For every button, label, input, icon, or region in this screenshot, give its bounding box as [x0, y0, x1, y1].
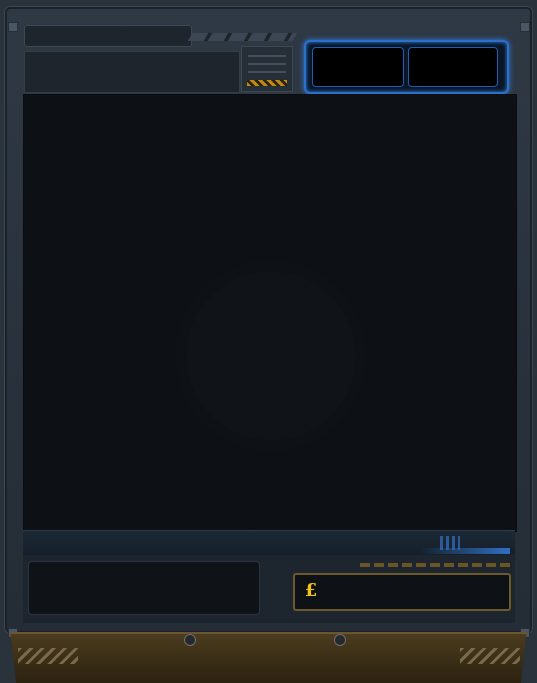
rivet — [8, 22, 18, 32]
vent-icon — [460, 648, 520, 664]
gadget-line — [248, 71, 286, 73]
rivet — [520, 22, 530, 32]
resource-panel — [304, 40, 509, 94]
vent-icon — [18, 648, 78, 664]
header-info-panel — [24, 51, 240, 93]
emblem-watermark — [161, 251, 381, 461]
console-blue-accent — [420, 548, 510, 554]
resource-box-right[interactable] — [408, 47, 498, 87]
name-panel[interactable] — [28, 561, 260, 615]
gadget-line — [248, 63, 286, 65]
currency-panel[interactable]: £ — [293, 573, 511, 611]
hud-frame: £ — [0, 0, 537, 683]
hazard-stripe — [247, 80, 287, 86]
gadget-line — [248, 55, 286, 57]
header-title-plate — [24, 25, 192, 47]
screw-icon — [334, 634, 346, 646]
header-decor-strip — [187, 33, 298, 41]
currency-icon: £ — [304, 580, 318, 601]
bronze-base — [10, 634, 527, 683]
screw-icon — [184, 634, 196, 646]
gold-decor-line — [360, 563, 510, 567]
resource-box-left[interactable] — [312, 47, 404, 87]
main-display[interactable] — [23, 94, 517, 532]
